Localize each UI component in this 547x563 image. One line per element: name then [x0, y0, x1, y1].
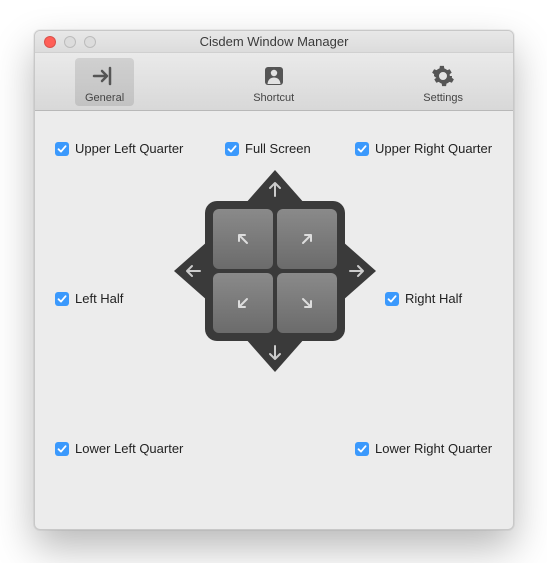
gear-icon	[429, 62, 457, 90]
tab-settings-label: Settings	[423, 92, 463, 104]
checkbox-icon	[355, 142, 369, 156]
preferences-window: Cisdem Window Manager General Shortcut	[34, 30, 514, 530]
option-upper-left-quarter[interactable]: Upper Left Quarter	[55, 141, 183, 156]
option-label: Right Half	[405, 291, 462, 306]
window-layout-diagram	[175, 171, 375, 371]
checkbox-icon	[355, 442, 369, 456]
tab-settings[interactable]: Settings	[413, 58, 473, 106]
minimize-button	[64, 36, 76, 48]
option-lower-right-quarter[interactable]: Lower Right Quarter	[355, 441, 492, 456]
diagram-quadrant-upper-left[interactable]	[213, 209, 273, 269]
option-left-half[interactable]: Left Half	[55, 291, 123, 306]
tab-shortcut-label: Shortcut	[253, 92, 294, 104]
diagram-quadrant-lower-left[interactable]	[213, 273, 273, 333]
checkbox-icon	[385, 292, 399, 306]
checkbox-icon	[55, 292, 69, 306]
option-upper-right-quarter[interactable]: Upper Right Quarter	[355, 141, 492, 156]
arrow-left-icon	[183, 263, 203, 279]
option-lower-left-quarter[interactable]: Lower Left Quarter	[55, 441, 183, 456]
checkbox-icon	[225, 142, 239, 156]
zoom-button	[84, 36, 96, 48]
option-label: Upper Left Quarter	[75, 141, 183, 156]
arrow-up-right-icon	[297, 229, 317, 249]
option-full-screen[interactable]: Full Screen	[225, 141, 311, 156]
option-label: Left Half	[75, 291, 123, 306]
arrow-up-left-icon	[233, 229, 253, 249]
window-title: Cisdem Window Manager	[35, 34, 513, 49]
tab-general[interactable]: General	[75, 58, 134, 106]
diagram-quadrant-lower-right[interactable]	[277, 273, 337, 333]
tab-shortcut[interactable]: Shortcut	[243, 58, 304, 106]
shortcut-icon	[260, 62, 288, 90]
titlebar: Cisdem Window Manager	[35, 31, 513, 53]
arrow-up-icon	[267, 179, 283, 199]
arrow-down-icon	[267, 343, 283, 363]
option-label: Lower Right Quarter	[375, 441, 492, 456]
option-right-half[interactable]: Right Half	[385, 291, 462, 306]
general-icon	[91, 62, 119, 90]
option-label: Upper Right Quarter	[375, 141, 492, 156]
option-label: Full Screen	[245, 141, 311, 156]
diagram-quadrant-upper-right[interactable]	[277, 209, 337, 269]
traffic-lights	[35, 36, 96, 48]
content-pane: Upper Left Quarter Full Screen Upper Rig…	[35, 111, 513, 529]
tab-general-label: General	[85, 92, 124, 104]
checkbox-icon	[55, 142, 69, 156]
arrow-down-left-icon	[233, 293, 253, 313]
arrow-right-icon	[347, 263, 367, 279]
arrow-down-right-icon	[297, 293, 317, 313]
close-button[interactable]	[44, 36, 56, 48]
checkbox-icon	[55, 442, 69, 456]
option-label: Lower Left Quarter	[75, 441, 183, 456]
toolbar: General Shortcut Settings	[35, 53, 513, 111]
